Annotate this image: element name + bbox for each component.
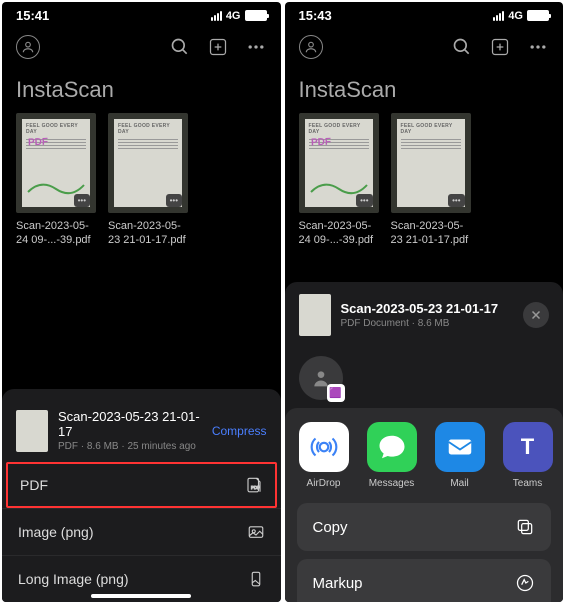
action-markup[interactable]: Markup (297, 559, 552, 602)
top-bar (2, 27, 281, 67)
status-bar: 15:43 4G (285, 2, 564, 27)
search-button[interactable] (169, 36, 191, 58)
mail-icon (435, 422, 485, 472)
teams-icon: T (503, 422, 553, 472)
document-item[interactable]: FEEL GOOD EVERY DAYPDF••• Scan-2023-05-2… (16, 113, 96, 248)
profile-button[interactable] (16, 35, 40, 59)
pdf-export-icon: PDF (245, 476, 263, 494)
phone-left: 15:41 4G InstaScan FEEL GOOD EVERY DAYPD… (2, 2, 281, 602)
file-thumb (16, 410, 48, 452)
airdrop-icon (299, 422, 349, 472)
status-right: 4G (493, 10, 549, 22)
app-messages[interactable]: Messages (367, 422, 417, 489)
airdrop-contact[interactable]: 🟪 (299, 356, 343, 400)
teams-badge-icon: 🟪 (327, 384, 345, 402)
document-name: Scan-2023-05-23 21-01-17.pdf (108, 219, 188, 248)
document-name: Scan-2023-05-24 09-...-39.pdf (16, 219, 96, 248)
phone-right: 15:43 4G InstaScan FEEL GOOD EVERY DAYPD… (285, 2, 564, 602)
document-item[interactable]: FEEL GOOD EVERY DAY••• Scan-2023-05-23 2… (391, 113, 471, 248)
long-image-icon (247, 570, 265, 588)
app-title: InstaScan (285, 67, 564, 113)
status-time: 15:43 (299, 8, 332, 23)
share-sheet: Scan-2023-05-23 21-01-17 PDF Document · … (285, 282, 564, 602)
app-title: InstaScan (2, 67, 281, 113)
file-thumb (299, 294, 331, 336)
action-list: Copy Markup Print (285, 489, 564, 602)
thumb-menu-icon[interactable]: ••• (74, 194, 90, 207)
close-button[interactable] (523, 302, 549, 328)
app-airdrop[interactable]: AirDrop (299, 422, 349, 489)
document-item[interactable]: FEEL GOOD EVERY DAY••• Scan-2023-05-23 2… (108, 113, 188, 248)
app-teams[interactable]: T Teams (503, 422, 553, 489)
thumb-menu-icon[interactable]: ••• (448, 194, 464, 207)
action-copy[interactable]: Copy (297, 503, 552, 551)
signal-icon (211, 11, 222, 21)
network-label: 4G (508, 10, 523, 22)
thumbnail-grid: FEEL GOOD EVERY DAYPDF••• Scan-2023-05-2… (2, 113, 281, 248)
network-label: 4G (226, 10, 241, 22)
app-mail[interactable]: Mail (435, 422, 485, 489)
svg-text:PDF: PDF (251, 485, 260, 490)
home-indicator[interactable] (91, 594, 191, 598)
status-time: 15:41 (16, 8, 49, 23)
share-file-meta: PDF Document · 8.6 MB (341, 318, 514, 329)
option-image[interactable]: Image (png) (2, 508, 281, 555)
add-button[interactable] (207, 36, 229, 58)
add-button[interactable] (489, 36, 511, 58)
share-apps-row[interactable]: AirDrop Messages Mail T Teams W (285, 408, 564, 602)
file-name: Scan-2023-05-23 21-01-17 (58, 409, 202, 439)
status-bar: 15:41 4G (2, 2, 281, 27)
export-sheet: Scan-2023-05-23 21-01-17 PDF · 8.6 MB · … (2, 389, 281, 602)
profile-button[interactable] (299, 35, 323, 59)
image-icon (247, 523, 265, 541)
markup-icon (515, 573, 535, 593)
battery-icon (245, 10, 267, 21)
more-button[interactable] (245, 36, 267, 58)
status-right: 4G (211, 10, 267, 22)
thumb-menu-icon[interactable]: ••• (166, 194, 182, 207)
share-file-name: Scan-2023-05-23 21-01-17 (341, 301, 514, 316)
document-name: Scan-2023-05-23 21-01-17.pdf (391, 219, 471, 248)
more-button[interactable] (527, 36, 549, 58)
search-button[interactable] (451, 36, 473, 58)
document-name: Scan-2023-05-24 09-...-39.pdf (299, 219, 379, 248)
thumbnail-grid: FEEL GOOD EVERY DAYPDF••• Scan-2023-05-2… (285, 113, 564, 248)
signal-icon (493, 11, 504, 21)
compress-button[interactable]: Compress (212, 424, 267, 438)
document-item[interactable]: FEEL GOOD EVERY DAYPDF••• Scan-2023-05-2… (299, 113, 379, 248)
messages-icon (367, 422, 417, 472)
share-header: Scan-2023-05-23 21-01-17 PDF Document · … (285, 282, 564, 348)
option-pdf[interactable]: PDF PDF (6, 462, 277, 508)
copy-icon (515, 517, 535, 537)
top-bar (285, 27, 564, 67)
battery-icon (527, 10, 549, 21)
sheet-file-row: Scan-2023-05-23 21-01-17 PDF · 8.6 MB · … (2, 399, 281, 462)
thumb-menu-icon[interactable]: ••• (356, 194, 372, 207)
file-meta: PDF · 8.6 MB · 25 minutes ago (58, 441, 202, 452)
